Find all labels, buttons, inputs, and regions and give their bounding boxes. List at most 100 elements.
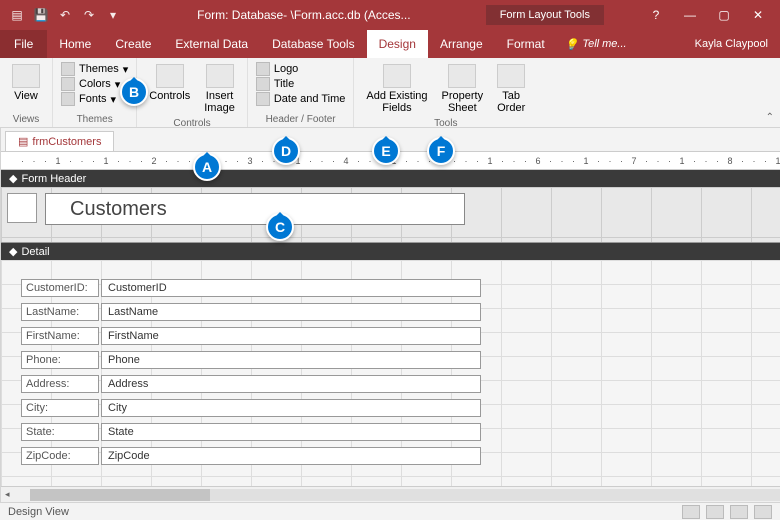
help-icon[interactable]: ? [644,8,668,22]
field-control[interactable]: FirstName [101,327,481,345]
tab-create[interactable]: Create [103,30,163,58]
datetime-icon [256,92,270,106]
field-label[interactable]: LastName: [21,303,99,321]
tell-me-search[interactable]: 💡 Tell me... [565,38,627,51]
add-existing-fields-button[interactable]: Add Existing Fields [362,62,431,116]
qat-dropdown-icon[interactable]: ▾ [104,6,122,24]
datetime-button[interactable]: Date and Time [256,92,346,106]
ribbon-tabs: File Home Create External Data Database … [0,30,780,58]
controls-button[interactable]: Controls [145,62,194,104]
tab-external-data[interactable]: External Data [163,30,260,58]
insert-image-button[interactable]: Insert Image [200,62,239,116]
field-label[interactable]: Address: [21,375,99,393]
field-row: LastName:LastName [21,300,780,324]
property-sheet-label: Property Sheet [442,90,484,114]
field-label[interactable]: CustomerID: [21,279,99,297]
annotation-e: E [372,137,400,165]
tab-format[interactable]: Format [495,30,557,58]
title-icon [256,77,270,91]
field-label[interactable]: State: [21,423,99,441]
ribbon-group-controls: Controls Insert Image Controls [137,58,248,127]
field-control[interactable]: City [101,399,481,417]
window-title: Form: Database- \Form.acc.db (Acces... [122,8,486,22]
scrollbar-thumb[interactable] [30,489,210,501]
tab-database-tools[interactable]: Database Tools [260,30,367,58]
field-label[interactable]: FirstName: [21,327,99,345]
field-label[interactable]: Phone: [21,351,99,369]
controls-icon [156,64,184,88]
titlebar: ▤ 💾 ↶ ↷ ▾ Form: Database- \Form.acc.db (… [0,0,780,30]
form-header-area[interactable]: Customers [1,187,780,243]
layout-view-button[interactable] [730,505,748,519]
design-view-button[interactable] [754,505,772,519]
view-button[interactable]: View [8,62,44,104]
collapse-ribbon-icon[interactable]: ⌃ [766,112,774,123]
field-control[interactable]: CustomerID [101,279,481,297]
tab-order-icon [497,64,525,88]
tab-order-button[interactable]: Tab Order [493,62,529,116]
detail-label: Detail [21,246,49,258]
datetime-label: Date and Time [274,93,346,105]
section-collapse-icon: ◆ [9,245,17,258]
file-tab[interactable]: File [0,30,47,58]
tab-arrange[interactable]: Arrange [428,30,495,58]
user-name[interactable]: Kayla Claypool [695,38,780,50]
colors-button[interactable]: Colors ▾ [61,77,128,91]
field-control[interactable]: LastName [101,303,481,321]
field-label[interactable]: City: [21,399,99,417]
ribbon-group-views: View Views [0,58,53,127]
detail-section-bar[interactable]: ◆ Detail [1,243,780,260]
field-row: State:State [21,420,780,444]
workspace: All Access Obje... ⊙ « Search... Tables⌃… [0,128,780,502]
property-sheet-button[interactable]: Property Sheet [438,62,488,116]
redo-icon[interactable]: ↷ [80,6,98,24]
field-row: FirstName:FirstName [21,324,780,348]
tab-home[interactable]: Home [47,30,103,58]
fonts-label: Fonts [79,93,107,105]
annotation-c: C [266,213,294,241]
tab-order-label: Tab Order [497,90,525,114]
section-collapse-icon: ◆ [9,172,17,185]
maximize-icon[interactable]: ▢ [712,8,736,22]
add-fields-icon [383,64,411,88]
logo-button[interactable]: Logo [256,62,346,76]
field-row: Address:Address [21,372,780,396]
fonts-button[interactable]: Fonts ▾ [61,92,128,106]
tab-design[interactable]: Design [367,30,428,58]
controls-label: Controls [149,90,190,102]
close-icon[interactable]: ✕ [746,8,770,22]
document-tab-frmcustomers[interactable]: ▤ frmCustomers [5,131,114,151]
detail-area[interactable]: CustomerID:CustomerIDLastName:LastNameFi… [1,260,780,486]
field-control[interactable]: ZipCode [101,447,481,465]
tell-me-label: Tell me... [582,38,626,50]
field-row: City:City [21,396,780,420]
themes-icon [61,62,75,76]
annotation-f: F [427,137,455,165]
scroll-left-icon[interactable]: ◂ [1,489,14,500]
save-icon[interactable]: 💾 [32,6,50,24]
form-header-section-bar[interactable]: ◆ Form Header [1,170,780,187]
property-sheet-icon [448,64,476,88]
view-switcher [682,505,772,519]
form-canvas[interactable]: ◆ Form Header Customers ◆ Detail Custome… [1,170,780,486]
field-control[interactable]: Phone [101,351,481,369]
document-tab-label: frmCustomers [32,136,101,148]
logo-label: Logo [274,63,298,75]
scrollbar-track[interactable] [30,489,780,501]
field-control[interactable]: Address [101,375,481,393]
datasheet-view-button[interactable] [706,505,724,519]
horizontal-scrollbar[interactable]: ◂ ▸ [1,486,780,502]
view-icon [12,64,40,88]
title-button[interactable]: Title [256,77,346,91]
field-label[interactable]: ZipCode: [21,447,99,465]
form-logo-placeholder[interactable] [7,193,37,223]
themes-button[interactable]: Themes ▾ [61,62,128,76]
view-label: View [14,90,38,102]
group-label-themes: Themes [61,112,128,127]
minimize-icon[interactable]: — [678,8,702,22]
status-view-mode: Design View [8,506,69,518]
form-view-button[interactable] [682,505,700,519]
form-title-control[interactable]: Customers [45,193,465,225]
undo-icon[interactable]: ↶ [56,6,74,24]
field-control[interactable]: State [101,423,481,441]
